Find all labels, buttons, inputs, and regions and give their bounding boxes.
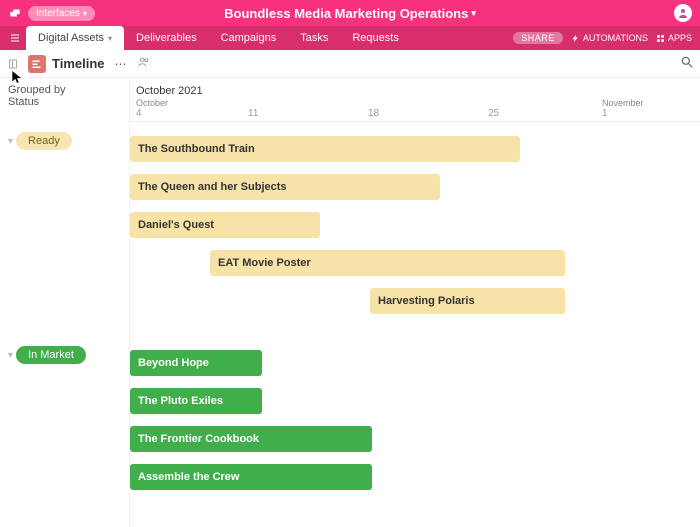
interfaces-pill[interactable]: Interfaces ▾ — [28, 6, 95, 21]
apps-label: APPS — [668, 33, 692, 43]
timeline-body: Grouped by Status ▾Ready▾In Market Octob… — [0, 78, 700, 527]
timeline-lanes: The Southbound Train The Queen and her Su… — [130, 122, 700, 510]
timeline-bar-label: Harvesting Polaris — [378, 295, 475, 307]
interfaces-pill-label: Interfaces — [36, 8, 80, 19]
date-header: October 2021 October4111825November1 — [130, 78, 700, 122]
share-button[interactable]: SHARE — [513, 32, 563, 44]
automations-label: AUTOMATIONS — [583, 33, 648, 43]
timeline-bar-label: The Frontier Cookbook — [138, 433, 259, 445]
tab-label: Digital Assets — [38, 32, 104, 44]
tick-month: October — [136, 98, 168, 108]
tick-day: 4 — [136, 108, 168, 119]
tab-label: Deliverables — [136, 32, 197, 44]
tabs-right-tools: SHARE AUTOMATIONS APPS — [513, 26, 700, 50]
workspace-title[interactable]: Boundless Media Marketing Operations ▾ — [224, 6, 476, 21]
date-tick: 18 — [368, 108, 379, 119]
group-pill-ready[interactable]: Ready — [16, 132, 72, 150]
timeline-view-icon[interactable] — [28, 55, 46, 73]
app-header: Interfaces ▾ Boundless Media Marketing O… — [0, 0, 700, 26]
people-icon[interactable] — [137, 55, 151, 72]
grouped-by-field: Status — [8, 96, 121, 108]
timeline-pane[interactable]: October 2021 October4111825November1 The… — [130, 78, 700, 527]
timeline-bar-label: Assemble the Crew — [138, 471, 239, 483]
tab-deliverables[interactable]: Deliverables — [124, 26, 209, 50]
date-tick: October4 — [136, 98, 168, 119]
mouse-cursor-icon — [10, 68, 24, 89]
tick-day: 25 — [488, 108, 499, 119]
tick-month: November — [602, 98, 644, 108]
chevron-down-icon: ▾ — [108, 34, 112, 43]
chevron-down-icon: ▾ — [471, 8, 476, 19]
timeline-bar-label: Beyond Hope — [138, 357, 209, 369]
group-in-market: Beyond Hope The Pluto Exiles The Frontier … — [130, 350, 700, 510]
group-collapse-chevron-icon[interactable]: ▾ — [8, 136, 13, 147]
view-title[interactable]: Timeline — [52, 56, 105, 71]
brand-area: Interfaces ▾ — [8, 6, 95, 21]
timeline-bar[interactable]: Beyond Hope — [130, 350, 262, 376]
tab-requests[interactable]: Requests — [340, 26, 410, 50]
view-more-menu[interactable]: ⋯ — [111, 57, 131, 71]
tick-day: 11 — [248, 108, 258, 119]
timeline-bar[interactable]: The Queen and her Subjects — [130, 174, 440, 200]
group-collapse-chevron-icon[interactable]: ▾ — [8, 350, 13, 361]
apps-button[interactable]: APPS — [656, 33, 692, 43]
grouped-by-label: Grouped by — [8, 84, 121, 96]
automations-button[interactable]: AUTOMATIONS — [571, 33, 648, 43]
group-ready: The Southbound Train The Queen and her Su… — [130, 136, 700, 326]
tab-tasks[interactable]: Tasks — [288, 26, 340, 50]
timeline-bar-label: EAT Movie Poster — [218, 257, 311, 269]
left-column: Grouped by Status ▾Ready▾In Market — [0, 78, 130, 527]
user-avatar[interactable] — [674, 4, 692, 22]
table-tabs: Digital Assets ▾ Deliverables Campaigns Task… — [0, 26, 700, 50]
timeline-bar[interactable]: The Frontier Cookbook — [130, 426, 372, 452]
timeline-bar[interactable]: The Southbound Train — [130, 136, 520, 162]
tab-digital-assets[interactable]: Digital Assets ▾ — [26, 26, 124, 50]
timeline-bar[interactable]: The Pluto Exiles — [130, 388, 262, 414]
workspace-title-text: Boundless Media Marketing Operations — [224, 6, 468, 21]
tab-label: Requests — [352, 32, 398, 44]
timeline-bar[interactable]: Assemble the Crew — [130, 464, 372, 490]
tab-campaigns[interactable]: Campaigns — [209, 26, 289, 50]
timeline-bar[interactable]: Harvesting Polaris — [370, 288, 565, 314]
timeline-bar[interactable]: EAT Movie Poster — [210, 250, 565, 276]
date-tick: November1 — [602, 98, 644, 119]
search-icon[interactable] — [680, 55, 694, 72]
collapse-sidebar-button[interactable] — [6, 58, 22, 70]
timeline-bar-label: The Southbound Train — [138, 143, 255, 155]
group-pill-in-market[interactable]: In Market — [16, 346, 86, 364]
timeline-bar-label: The Queen and her Subjects — [138, 181, 287, 193]
tick-day: 18 — [368, 108, 379, 119]
date-ticks: October4 11 18 25 November1 — [130, 100, 700, 122]
tick-day: 1 — [602, 108, 644, 119]
date-tick: 11 — [248, 108, 258, 119]
view-bar: Timeline ⋯ — [0, 50, 700, 78]
timeline-bar[interactable]: Daniel's Quest — [130, 212, 320, 238]
date-tick: 25 — [488, 108, 499, 119]
tab-label: Campaigns — [221, 32, 277, 44]
hamburger-menu-icon[interactable] — [4, 26, 26, 50]
tab-label: Tasks — [300, 32, 328, 44]
brand-logo-icon[interactable] — [8, 6, 22, 20]
chevron-down-icon: ▾ — [83, 9, 87, 18]
timeline-bar-label: The Pluto Exiles — [138, 395, 223, 407]
timeline-bar-label: Daniel's Quest — [138, 219, 214, 231]
